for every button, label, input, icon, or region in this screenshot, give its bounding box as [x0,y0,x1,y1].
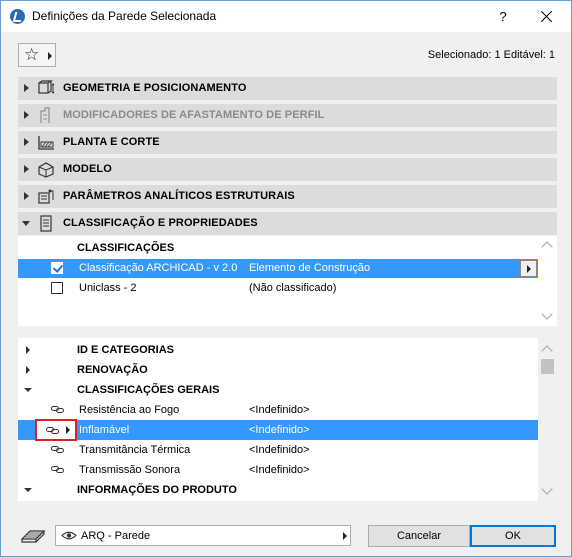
link-icon [46,427,59,434]
wall-tool-icon [20,530,46,543]
panel-label: MODELO [63,163,112,175]
properties-scrollbar[interactable] [538,338,557,501]
expand-arrow-icon [24,165,29,173]
panel-label: PLANTA E CORTE [63,136,160,148]
expand-arrow-icon[interactable] [26,366,30,374]
expand-arrow-icon [24,192,29,200]
classification-row[interactable]: Classificação ARCHICAD - v 2.0 Elemento … [18,259,538,278]
property-group-row[interactable]: ID E CATEGORIAS [18,340,538,360]
classification-name: Uniclass - 2 [79,282,137,294]
chevron-right-icon [48,52,52,60]
property-name: Transmitância Térmica [79,444,191,456]
ok-button[interactable]: OK [470,525,556,547]
property-group-row[interactable]: CLASSIFICAÇÕES GERAIS [18,380,538,400]
panel-label: PARÂMETROS ANALÍTICOS ESTRUTURAIS [63,190,295,202]
model-icon [38,162,54,178]
classification-list: CLASSIFICAÇÕES Classificação ARCHICAD - … [18,236,557,326]
panel-model[interactable]: MODELO [18,158,557,181]
eye-icon [61,531,77,540]
expand-arrow-icon[interactable] [26,346,30,354]
property-value[interactable]: <Indefinido> [249,464,310,476]
favorites-button[interactable]: ☆ [18,43,56,67]
panel-floorplan-section[interactable]: PLANTA E CORTE [18,131,557,154]
structural-analytics-icon [38,189,54,204]
link-options-button[interactable] [35,419,77,441]
property-row[interactable]: Transmissão Sonora <Indefinido> [18,460,538,480]
archicad-app-icon [10,9,25,24]
property-value[interactable]: <Indefinido> [249,424,310,436]
classification-name: Classificação ARCHICAD - v 2.0 [79,262,238,274]
classification-row[interactable]: Uniclass - 2 (Não classificado) [18,279,538,298]
view-selector-label: ARQ - Parede [81,530,151,542]
property-row[interactable]: Transmitância Térmica <Indefinido> [18,440,538,460]
property-name: Transmissão Sonora [79,464,181,476]
window-title: Definições da Parede Selecionada [32,9,217,23]
classification-scrollbar[interactable] [538,236,557,326]
geometry-icon [38,80,55,94]
property-group-label: INFORMAÇÕES DO PRODUTO [77,484,237,496]
close-button[interactable] [535,6,559,28]
scroll-up-icon[interactable] [541,345,553,357]
property-name: Inflamável [79,424,130,436]
panel-label: CLASSIFICAÇÃO E PROPRIEDADES [63,217,258,229]
property-value[interactable]: <Indefinido> [249,404,310,416]
property-group-label: CLASSIFICAÇÕES GERAIS [77,384,220,396]
selection-count: Selecionado: 1 Editável: 1 [427,49,555,61]
title-bar: Definições da Parede Selecionada ? [1,1,571,32]
classification-picker-button[interactable] [520,260,537,277]
cancel-button[interactable]: Cancelar [368,525,470,547]
floorplan-section-icon [38,136,54,150]
scroll-down-icon[interactable] [541,483,553,495]
property-name: Resistência ao Fogo [79,404,180,416]
profile-offset-icon [40,107,50,123]
expand-arrow-icon [24,111,29,119]
scroll-down-icon[interactable] [541,308,553,320]
view-selector[interactable]: ARQ - Parede [55,525,351,546]
expand-arrow-icon [24,84,29,92]
link-icon [51,446,64,453]
classification-icon [40,215,52,232]
property-group-row[interactable]: INFORMAÇÕES DO PRODUTO [18,480,538,500]
star-icon: ☆ [24,45,40,64]
property-row[interactable]: Inflamável <Indefinido> [18,419,538,441]
property-value[interactable]: <Indefinido> [249,444,310,456]
expand-arrow-icon [24,138,29,146]
scroll-up-icon[interactable] [541,241,553,253]
link-icon [51,406,64,413]
panel-structural-analytics[interactable]: PARÂMETROS ANALÍTICOS ESTRUTURAIS [18,185,557,208]
chevron-right-icon [343,532,347,540]
help-button[interactable]: ? [493,7,513,27]
link-icon [51,466,64,473]
classification-value: (Não classificado) [249,282,337,294]
panel-label: MODIFICADORES DE AFASTAMENTO DE PERFIL [63,109,325,121]
classifications-header: CLASSIFICAÇÕES [77,242,175,254]
panel-classification-properties[interactable]: CLASSIFICAÇÃO E PROPRIEDADES [18,212,557,235]
property-group-label: ID E CATEGORIAS [77,344,174,356]
property-group-row[interactable]: RENOVAÇÃO [18,360,538,380]
panel-profile-offset[interactable]: MODIFICADORES DE AFASTAMENTO DE PERFIL [18,104,557,127]
panel-label: GEOMETRIA E POSICIONAMENTO [63,82,247,94]
dialog-window: Definições da Parede Selecionada ? ☆ Sel… [0,0,572,557]
property-row[interactable]: Resistência ao Fogo <Indefinido> [18,400,538,420]
classification-value: Elemento de Construção [249,262,371,274]
classification-checkbox[interactable] [51,262,63,274]
panel-geometry[interactable]: GEOMETRIA E POSICIONAMENTO [18,77,557,100]
scrollbar-thumb[interactable] [541,359,554,374]
properties-list: ID E CATEGORIAS RENOVAÇÃO CLASSIFICAÇÕES… [18,338,557,501]
collapse-arrow-icon[interactable] [24,488,32,492]
classification-checkbox[interactable] [51,282,63,294]
chevron-right-icon [66,426,70,434]
property-group-label: RENOVAÇÃO [77,364,148,376]
collapse-arrow-icon[interactable] [24,388,32,392]
collapse-arrow-icon [22,221,30,226]
